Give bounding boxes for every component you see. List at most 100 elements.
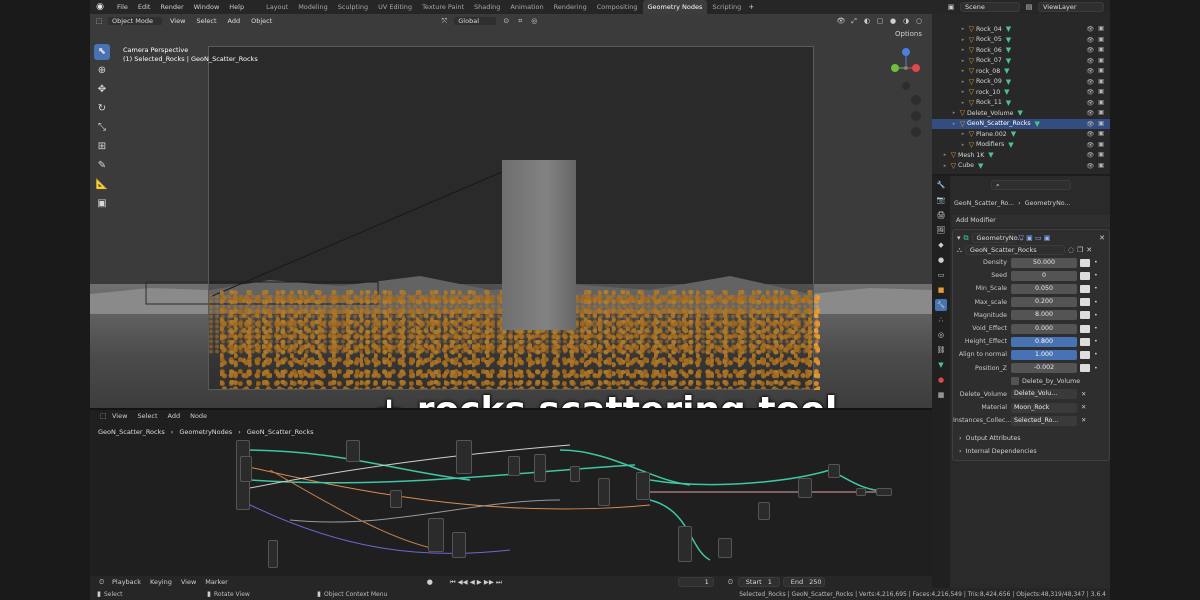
duplicate-icon[interactable]: ❐ <box>1077 246 1083 254</box>
clear-icon[interactable]: ✕ <box>1081 417 1086 424</box>
eye-icon[interactable]: 👁 <box>1086 78 1094 86</box>
delete-by-volume-checkbox[interactable] <box>1011 377 1019 386</box>
camera-icon[interactable]: ▣ <box>1098 36 1104 44</box>
clear-icon[interactable]: ✕ <box>1081 391 1086 398</box>
outliner-row[interactable]: ▸ ▽ Rock_11 ▼ 👁 ▣ <box>932 98 1110 109</box>
param-value[interactable]: 0.200 <box>1011 297 1077 308</box>
modifier-close-icon[interactable]: ✕ <box>1099 234 1109 242</box>
eye-icon[interactable]: 👁 <box>1086 36 1094 44</box>
camera-icon[interactable]: ▣ <box>1098 25 1104 33</box>
param-value[interactable]: 0.800 <box>1011 336 1077 347</box>
outliner-row[interactable]: ▸ ▽ Mesh 1K ▼ 👁 ▣ <box>932 150 1110 161</box>
node[interactable] <box>758 502 770 520</box>
workspace-tab-scripting[interactable]: Scripting <box>707 0 746 14</box>
keyframe-dot-icon[interactable]: • <box>1094 272 1098 279</box>
rotate-icon[interactable]: ↻ <box>94 101 110 117</box>
param-value[interactable]: 0.050 <box>1011 283 1077 294</box>
scene-field[interactable]: Scene <box>960 2 1020 12</box>
properties-panel[interactable]: 🔧 📷 🖨 🖼 ◆ ● ▭ ■ 🔧 ∴ ◎ ⛓ ▼ ● ▦ ⌕ GeoN_Sca… <box>932 176 1110 588</box>
select-box-icon[interactable]: ⬉ <box>94 44 110 60</box>
outliner-row[interactable]: ▸ ▽ Plane.002 ▼ 👁 ▣ <box>932 129 1110 140</box>
annotate-icon[interactable]: ✎ <box>94 158 110 174</box>
particles-tab-icon[interactable]: ∴ <box>935 314 947 326</box>
param-value[interactable]: 8.000 <box>1011 310 1077 321</box>
transform-icon[interactable]: ⊞ <box>94 139 110 155</box>
param-value[interactable]: 50.000 <box>1011 257 1077 268</box>
vp-menu-add[interactable]: Add <box>224 17 245 25</box>
add-workspace-icon[interactable]: + <box>746 2 756 12</box>
camera-icon[interactable]: ▣ <box>1098 78 1104 86</box>
eye-icon[interactable]: 👁 <box>1086 57 1094 65</box>
attribute-toggle-icon[interactable] <box>1080 311 1090 320</box>
menu-render[interactable]: Render <box>155 0 188 14</box>
node[interactable] <box>428 518 444 552</box>
expand-icon[interactable]: ▸ <box>959 79 967 85</box>
node[interactable] <box>678 526 692 562</box>
node[interactable] <box>718 538 732 558</box>
workspace-tab-uv-editing[interactable]: UV Editing <box>373 0 417 14</box>
measure-icon[interactable]: 📐 <box>94 177 110 193</box>
add-cube-icon[interactable]: ▣ <box>94 196 110 212</box>
expand-icon[interactable]: ▸ <box>959 100 967 106</box>
tool-tab-icon[interactable]: 🔧 <box>935 179 947 191</box>
node[interactable] <box>798 478 812 498</box>
eye-icon[interactable]: 👁 <box>1086 88 1094 96</box>
param-value[interactable]: 1.000 <box>1011 349 1077 360</box>
node[interactable] <box>456 440 472 474</box>
attribute-toggle-icon[interactable] <box>1080 258 1090 267</box>
eye-icon[interactable]: 👁 <box>1086 130 1094 138</box>
xray-icon[interactable]: ▢ <box>875 16 885 26</box>
eye-icon[interactable]: 👁 <box>1086 25 1094 33</box>
eye-icon[interactable]: 👁 <box>1086 151 1094 159</box>
outliner[interactable]: ▸ ▽ Rock_04 ▼ 👁 ▣ ▸ ▽ Rock_05 ▼ 👁 ▣ ▸ ▽ Rock_06 ▼ 👁 ▣ ▸ ▽ Ro… <box>932 14 1110 174</box>
node[interactable] <box>346 440 360 462</box>
outliner-row[interactable]: ▸ ▽ Rock_04 ▼ 👁 ▣ <box>932 24 1110 35</box>
reference-value[interactable]: Moon_Rock <box>1011 402 1077 413</box>
shading-material-icon[interactable]: ◑ <box>901 16 911 26</box>
viewport-options[interactable]: Options <box>895 30 922 38</box>
end-frame[interactable]: End 250 <box>782 577 825 587</box>
node[interactable] <box>452 532 466 558</box>
playback-controls-icon[interactable]: ⏮ ◀◀ ◀ ▶ ▶▶ ⏭ <box>447 578 505 587</box>
timeline-view[interactable]: View <box>178 578 199 586</box>
snap-icon[interactable]: ⌗ <box>515 16 525 26</box>
navigation-gizmo[interactable] <box>886 44 926 164</box>
move-icon[interactable]: ✥ <box>94 82 110 98</box>
node[interactable] <box>856 488 866 496</box>
menu-help[interactable]: Help <box>224 0 249 14</box>
internal-dependencies-section[interactable]: › Internal Dependencies <box>953 445 1109 458</box>
node[interactable] <box>598 478 610 506</box>
modifier-tab-icon[interactable]: 🔧 <box>935 299 947 311</box>
reference-value[interactable]: Delete_Volu... <box>1011 389 1077 400</box>
eye-icon[interactable]: 👁 <box>1086 67 1094 75</box>
modifier-toggles-icon[interactable]: ▽ ▣ ▭ ▣ <box>1019 234 1051 242</box>
node[interactable] <box>828 464 840 478</box>
vp-menu-select[interactable]: Select <box>192 17 220 25</box>
param-value[interactable]: 0 <box>1011 270 1077 281</box>
object-tab-icon[interactable]: ■ <box>935 284 947 296</box>
timeline-marker[interactable]: Marker <box>202 578 230 586</box>
expand-icon[interactable]: ▸ <box>941 152 949 158</box>
workspace-tab-shading[interactable]: Shading <box>469 0 505 14</box>
workspace-tab-modeling[interactable]: Modeling <box>293 0 333 14</box>
attribute-toggle-icon[interactable] <box>1080 298 1090 307</box>
attribute-toggle-icon[interactable] <box>1080 271 1090 280</box>
output-tab-icon[interactable]: 🖨 <box>935 209 947 221</box>
keyframe-dot-icon[interactable]: • <box>1094 285 1098 292</box>
expand-icon[interactable]: ▸ <box>959 68 967 74</box>
outliner-row[interactable]: ▸ ▽ Rock_06 ▼ 👁 ▣ <box>932 45 1110 56</box>
node[interactable] <box>268 540 278 568</box>
add-modifier-button[interactable]: Add Modifier <box>952 215 1110 227</box>
timeline-keying[interactable]: Keying <box>147 578 175 586</box>
properties-search[interactable]: ⌕ <box>952 180 1110 190</box>
outliner-row[interactable]: ▸ ▽ GeoN_Scatter_Rocks ▼ 👁 ▣ <box>932 118 1110 129</box>
texture-tab-icon[interactable]: ▦ <box>935 389 947 401</box>
node[interactable] <box>636 472 650 500</box>
eye-icon[interactable]: 👁 <box>1086 141 1094 149</box>
keyframe-dot-icon[interactable]: • <box>1094 312 1098 319</box>
gizmo-icon[interactable]: ⤢ <box>849 16 859 26</box>
expand-icon[interactable]: ▸ <box>950 110 958 116</box>
scene-tab-icon[interactable]: ◆ <box>935 239 947 251</box>
pivot-icon[interactable]: ⊙ <box>501 16 511 26</box>
keyframe-dot-icon[interactable]: • <box>1094 259 1098 266</box>
